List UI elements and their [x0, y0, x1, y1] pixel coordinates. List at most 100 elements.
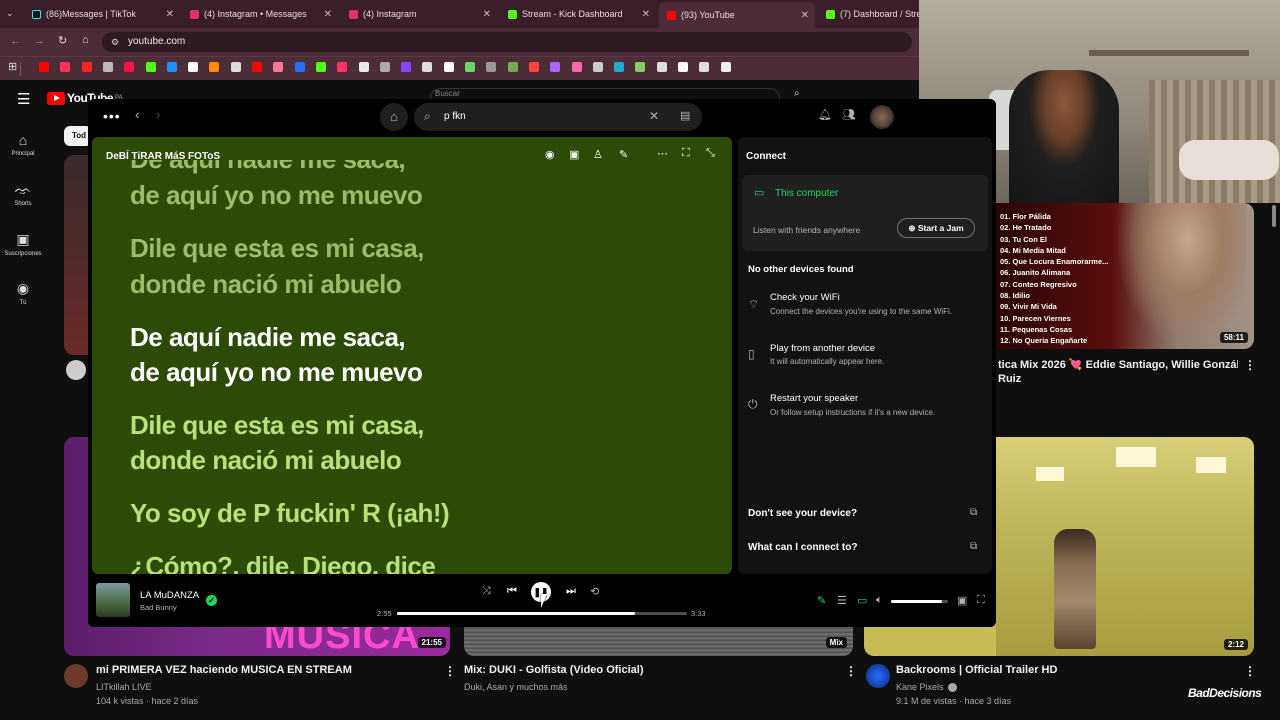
bookmark-icon[interactable]	[124, 62, 135, 72]
volume-slider[interactable]	[891, 600, 948, 603]
track-artist[interactable]: Bad Bunny	[140, 603, 177, 612]
progress-bar[interactable]	[397, 612, 687, 615]
bookmark-icon[interactable]	[145, 62, 156, 72]
lyric-line[interactable]: donde nació mi abuelo	[130, 267, 402, 302]
close-icon[interactable]: ✕	[642, 9, 650, 20]
bookmark-icon[interactable]	[635, 62, 646, 72]
page-scrollbar[interactable]	[1272, 205, 1276, 227]
bookmark-icon[interactable]	[699, 62, 710, 72]
previous-icon[interactable]: ⏮	[507, 585, 517, 598]
bookmark-icon[interactable]	[39, 62, 49, 72]
fullscreen-icon[interactable]: ⛶	[682, 147, 690, 160]
bookmark-icon[interactable]	[507, 62, 518, 72]
bookmark-icon[interactable]	[252, 62, 262, 72]
clear-icon[interactable]: ✕	[649, 109, 659, 123]
forward-icon[interactable]: →	[34, 35, 45, 47]
more-options-icon[interactable]: ⋮	[1244, 664, 1256, 678]
bookmark-icon[interactable]	[422, 62, 433, 72]
sidebar-item-you[interactable]: ◉ Tú	[0, 280, 46, 306]
tab-youtube[interactable]: (93) YouTube ✕	[659, 2, 815, 28]
video-thumbnail-backrooms[interactable]: 2:12	[996, 437, 1254, 656]
lyrics-mic-icon[interactable]: ✎	[619, 148, 628, 161]
bookmark-icon[interactable]	[273, 62, 284, 72]
artist-icon[interactable]: ♙	[593, 148, 603, 161]
video-thumbnail-left-top[interactable]	[64, 155, 90, 355]
bookmark-icon[interactable]	[465, 62, 475, 72]
channel-avatar[interactable]	[64, 664, 88, 688]
spotify-home-button[interactable]: ⌂	[380, 103, 408, 131]
bookmark-icon[interactable]	[720, 62, 731, 72]
back-icon[interactable]: ←	[10, 35, 21, 47]
bookmark-icon[interactable]	[188, 62, 199, 72]
video-title[interactable]: tica Mix 2026 💘 Eddie Santiago, Willie G…	[998, 358, 1238, 371]
bookmark-icon[interactable]	[230, 62, 241, 72]
site-info-icon[interactable]: ⚙	[111, 32, 119, 52]
connect-device-icon[interactable]: ▭	[857, 594, 867, 607]
bookmark-icon[interactable]	[678, 62, 688, 72]
mini-player-icon[interactable]: ▣	[957, 594, 967, 607]
lyric-line-current[interactable]: De aquí nadie me saca,	[130, 320, 406, 355]
reload-icon[interactable]: ↻	[58, 34, 67, 47]
forward-icon[interactable]: ›	[156, 107, 160, 122]
bookmark-icon[interactable]	[571, 62, 582, 72]
home-icon[interactable]: ⌂	[82, 34, 89, 46]
bookmark-icon[interactable]	[102, 62, 113, 72]
repeat-icon[interactable]: ⟲	[590, 585, 599, 598]
bookmark-icon[interactable]	[337, 62, 348, 72]
close-icon[interactable]: ✕	[324, 9, 332, 20]
tab-tiktok[interactable]: (86)Messages | TikTok ✕	[24, 4, 180, 24]
lyric-line[interactable]: Dile que esta es mi casa,	[130, 231, 424, 266]
tab-instagram-messages[interactable]: (4) Instagram • Messages ✕	[182, 4, 338, 24]
user-avatar[interactable]	[870, 105, 894, 129]
friend-activity-icon[interactable]: 👥︎	[842, 108, 856, 121]
bookmark-icon[interactable]	[401, 62, 412, 72]
more-options-icon[interactable]: ⋮	[845, 664, 857, 678]
bookmark-icon[interactable]	[166, 62, 177, 72]
external-link-icon[interactable]: ⧉	[970, 541, 977, 552]
close-icon[interactable]: ✕	[483, 9, 491, 20]
channel-name[interactable]: Duki, Asan y muchos más	[464, 682, 568, 692]
url-input[interactable]: ⚙ youtube.com	[102, 32, 912, 52]
tab-kick-dashboard[interactable]: (7) Dashboard / Stream	[818, 4, 920, 24]
what-connect-link[interactable]: What can I connect to?	[748, 542, 857, 553]
back-icon[interactable]: ‹	[135, 107, 139, 122]
shuffle-icon[interactable]: ⤨	[482, 585, 491, 598]
video-title[interactable]: Backrooms | Official Trailer HD	[896, 664, 1057, 676]
bookmark-icon[interactable]	[528, 62, 539, 72]
volume-icon[interactable]: 🔈︎	[876, 594, 883, 607]
video-thumbnail-salsa-mix[interactable]: 01. Flor Pálida 02. He Tratado 03. Tu Co…	[996, 203, 1254, 349]
more-menu-icon[interactable]: •••	[103, 108, 121, 124]
fullscreen-icon[interactable]: ⛶	[977, 594, 985, 607]
bookmark-icon[interactable]	[358, 62, 369, 72]
bookmark-icon[interactable]	[294, 62, 305, 72]
track-title[interactable]: LA MuDANZA	[140, 590, 199, 601]
sidebar-item-shorts[interactable]: ᨎ Shorts	[0, 181, 46, 207]
notifications-icon[interactable]: 🔔︎	[818, 108, 832, 121]
bookmark-icon[interactable]	[209, 62, 220, 72]
browse-icon[interactable]: ▤	[680, 109, 690, 122]
sidebar-item-subscriptions[interactable]: ▣ Suscripciones	[0, 231, 46, 257]
this-computer-card[interactable]: ▭ This computer Listen with friends anyw…	[742, 175, 988, 251]
video-title[interactable]: mi PRIMERA VEZ haciendo MUSICA EN STREAM	[96, 664, 352, 676]
album-art[interactable]	[96, 583, 130, 617]
channel-avatar[interactable]	[66, 360, 86, 380]
channel-avatar[interactable]	[866, 664, 890, 688]
lyric-line-current[interactable]: de aquí yo no me muevo	[130, 355, 423, 390]
close-icon[interactable]: ✕	[801, 10, 809, 21]
tab-instagram[interactable]: (4) Instagram ✕	[341, 4, 497, 24]
channel-name[interactable]: LITkillah LIVE	[96, 682, 152, 692]
bookmark-icon[interactable]	[60, 62, 71, 72]
bookmark-icon[interactable]	[656, 62, 667, 72]
bookmark-icon[interactable]	[443, 62, 454, 72]
lyric-line[interactable]: donde nació mi abuelo	[130, 443, 402, 478]
dont-see-device-link[interactable]: Don't see your device?	[748, 508, 857, 519]
more-options-icon[interactable]: ⋮	[1244, 358, 1256, 372]
start-jam-button[interactable]: ⊕ Start a Jam	[897, 218, 975, 238]
queue-icon[interactable]: ☰	[837, 594, 847, 607]
video-icon[interactable]: ▣	[569, 148, 579, 161]
bookmark-icon[interactable]	[486, 62, 497, 72]
video-title[interactable]: Mix: DUKI - Golfista (Video Oficial)	[464, 664, 643, 676]
more-options-icon[interactable]: ⋯	[657, 147, 668, 160]
lyrics-icon[interactable]: ✎	[817, 594, 826, 607]
bookmark-icon[interactable]	[550, 62, 561, 72]
